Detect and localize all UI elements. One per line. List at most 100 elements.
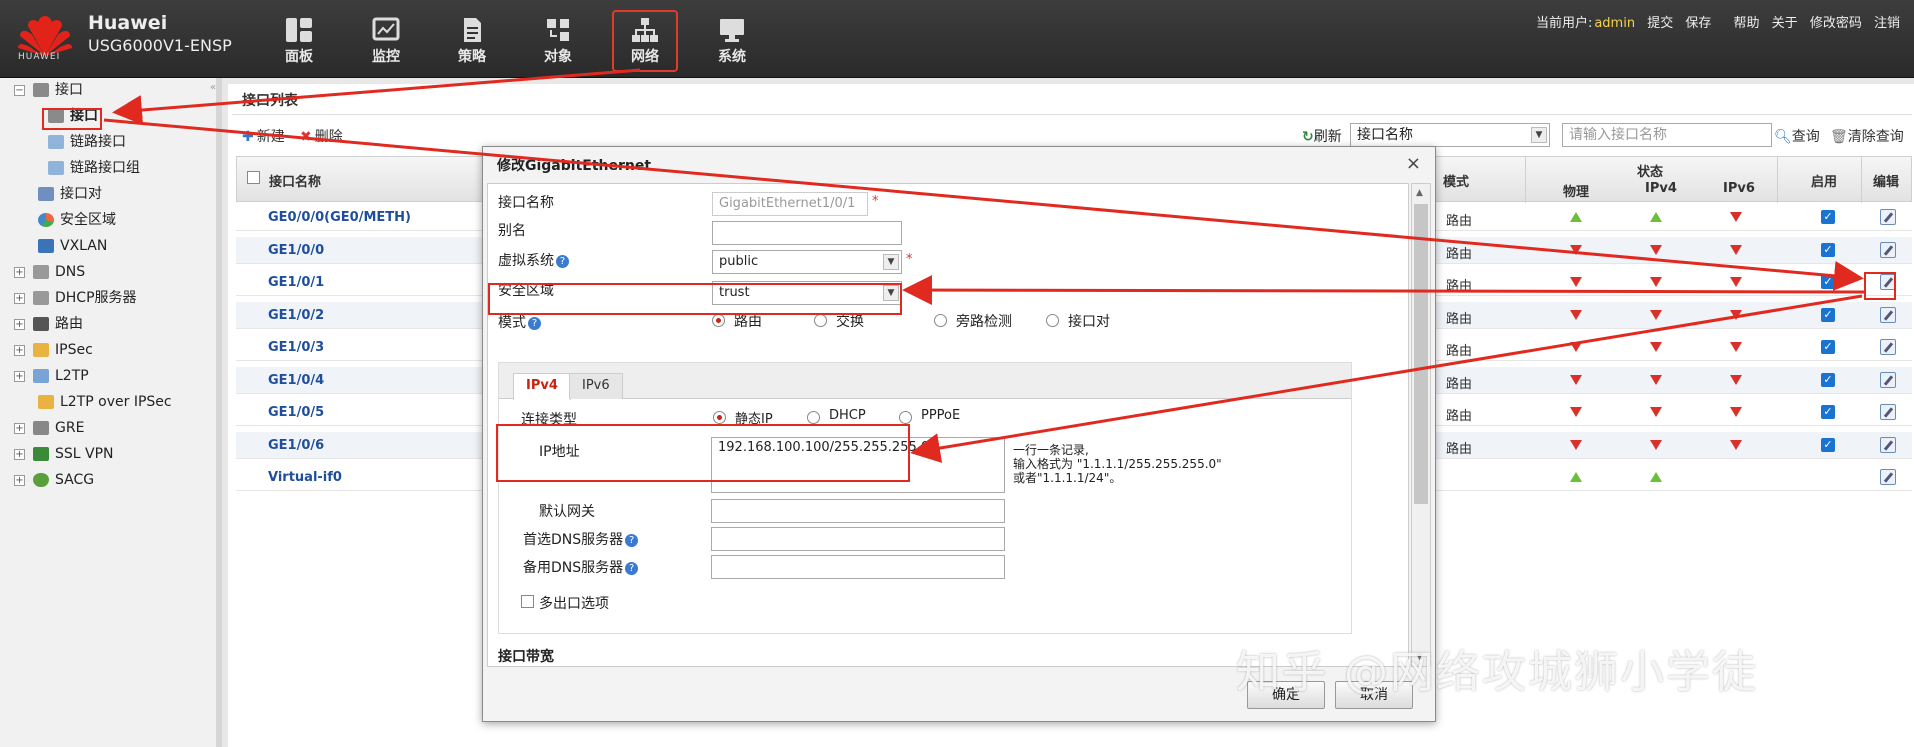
mode-bypass-radio[interactable] (934, 314, 947, 327)
gateway-field[interactable] (711, 499, 1005, 523)
sidebar-item-link-interface[interactable]: 链路接口 (48, 132, 126, 152)
mode-routing-radio[interactable] (712, 314, 725, 327)
edit-icon[interactable] (1880, 469, 1896, 485)
alias-field[interactable] (712, 221, 902, 245)
expand-icon[interactable]: + (14, 318, 25, 330)
nav-system[interactable]: 系统 (701, 12, 763, 70)
chevron-down-icon[interactable]: ▼ (1531, 127, 1547, 143)
select-all-checkbox[interactable] (247, 171, 260, 184)
expand-icon[interactable]: + (14, 474, 25, 486)
interface-name-link[interactable]: GE1/0/6 (268, 438, 324, 453)
dialog-scrollbar[interactable]: ▲ ▼ (1411, 183, 1431, 667)
interface-name-link[interactable]: GE1/0/2 (268, 308, 324, 323)
sidebar-item-interface-group[interactable]: − 接口 (14, 80, 83, 100)
new-button[interactable]: ✚ 新建 (242, 126, 285, 146)
help-icon[interactable]: ? (625, 533, 639, 547)
dns1-field[interactable] (711, 527, 1005, 551)
edit-icon[interactable] (1880, 306, 1896, 323)
mode-pair-radio[interactable] (1046, 314, 1059, 327)
sidebar-item-dhcp-server[interactable]: + DHCP服务器 (14, 288, 137, 308)
expand-icon[interactable]: + (14, 422, 25, 434)
nav-dashboard[interactable]: 面板 (268, 12, 330, 70)
enable-checkbox[interactable]: ✓ (1821, 242, 1835, 257)
interface-name-link[interactable]: GE1/0/1 (268, 275, 324, 290)
sidebar-item-route[interactable]: + 路由 (14, 314, 83, 334)
vsys-select[interactable]: public ▼ (712, 250, 902, 274)
expand-icon[interactable]: + (14, 344, 25, 356)
interface-name-link[interactable]: GE1/0/4 (268, 373, 324, 388)
enable-checkbox[interactable]: ✓ (1821, 405, 1835, 419)
refresh-button[interactable]: ↻刷新 (1302, 126, 1342, 146)
scroll-up-icon[interactable]: ▲ (1416, 188, 1423, 198)
nav-monitor[interactable]: 监控 (355, 12, 417, 70)
enable-checkbox[interactable]: ✓ (1821, 437, 1835, 452)
dns-icon (33, 265, 49, 279)
change-password-link[interactable]: 修改密码 (1810, 16, 1862, 31)
edit-icon[interactable] (1880, 209, 1896, 225)
nav-object[interactable]: 对象 (527, 12, 589, 70)
sidebar-item-ssl-vpn[interactable]: + SSL VPN (14, 444, 114, 464)
interface-name-link[interactable]: GE0/0/0(GE0/METH) (268, 210, 411, 225)
new-label: 新建 (256, 129, 285, 145)
interface-name-label: 接口名称 (498, 195, 554, 211)
enable-checkbox[interactable]: ✓ (1821, 372, 1835, 387)
collapse-icon[interactable]: − (14, 84, 25, 96)
nav-policy[interactable]: 策略 (441, 12, 503, 70)
interface-name-link[interactable]: Virtual-if0 (268, 470, 342, 485)
sidebar-item-link-interface-group[interactable]: 链路接口组 (48, 158, 140, 178)
conn-dhcp-radio[interactable] (807, 411, 820, 424)
clear-query-button[interactable]: 🗑︎清除查询 (1830, 126, 1904, 146)
conn-static-radio[interactable] (713, 411, 726, 424)
interface-name-link[interactable]: GE1/0/0 (268, 243, 324, 258)
chevron-down-icon[interactable]: ▼ (883, 254, 899, 270)
help-icon[interactable]: ? (625, 561, 639, 575)
delete-button[interactable]: ✖ 删除 (300, 126, 343, 146)
help-icon[interactable]: ? (556, 254, 569, 268)
tab-ipv4[interactable]: IPv4 (513, 373, 571, 400)
save-link[interactable]: 保存 (1685, 16, 1711, 31)
status-up-icon (1650, 212, 1662, 222)
collapse-sidebar-icon[interactable]: « (210, 82, 216, 93)
edit-icon[interactable] (1880, 371, 1896, 388)
edit-icon[interactable] (1880, 339, 1896, 355)
sidebar-item-gre[interactable]: + GRE (14, 418, 84, 438)
logout-link[interactable]: 注销 (1874, 16, 1900, 31)
tab-ipv6[interactable]: IPv6 (569, 373, 623, 399)
help-icon[interactable]: ? (528, 316, 541, 330)
sidebar-item-security-zone[interactable]: 安全区域 (38, 210, 116, 230)
edit-icon[interactable] (1880, 436, 1896, 453)
enable-checkbox[interactable]: ✓ (1821, 210, 1835, 224)
sidebar-item-dns[interactable]: + DNS (14, 262, 85, 282)
search-input[interactable]: 请输入接口名称 (1562, 123, 1772, 147)
mode-switch-radio[interactable] (814, 314, 827, 327)
submit-link[interactable]: 提交 (1647, 16, 1673, 31)
scroll-thumb[interactable] (1414, 204, 1428, 504)
sidebar-item-label: DHCP服务器 (55, 290, 137, 306)
sidebar-item-ipsec[interactable]: + IPSec (14, 340, 93, 360)
expand-icon[interactable]: + (14, 292, 25, 304)
query-button[interactable]: 🔍︎查询 (1774, 126, 1820, 146)
sidebar-item-l2tp-over-ipsec[interactable]: L2TP over IPSec (38, 392, 172, 412)
enable-checkbox[interactable]: ✓ (1821, 340, 1835, 354)
enable-checkbox[interactable]: ✓ (1821, 275, 1835, 289)
edit-icon[interactable] (1880, 241, 1896, 258)
sidebar-item-l2tp[interactable]: + L2TP (14, 366, 89, 386)
conn-pppoe-radio[interactable] (899, 411, 912, 424)
sidebar-item-sacg[interactable]: + SACG (14, 470, 94, 490)
filter-field-select[interactable]: 接口名称 ▼ (1350, 123, 1550, 147)
interface-name-link[interactable]: GE1/0/3 (268, 340, 324, 355)
help-link[interactable]: 帮助 (1734, 16, 1760, 31)
about-link[interactable]: 关于 (1772, 16, 1798, 31)
interface-name-link[interactable]: GE1/0/5 (268, 405, 324, 420)
dns2-field[interactable] (711, 555, 1005, 579)
close-icon[interactable]: × (1406, 153, 1421, 174)
expand-icon[interactable]: + (14, 370, 25, 382)
expand-icon[interactable]: + (14, 448, 25, 460)
expand-icon[interactable]: + (14, 266, 25, 278)
nav-network[interactable]: 网络 (612, 10, 678, 72)
sidebar-item-interface-pair[interactable]: 接口对 (38, 184, 102, 204)
edit-icon[interactable] (1880, 404, 1896, 420)
sidebar-item-vxlan[interactable]: VXLAN (38, 236, 107, 256)
multi-exit-checkbox[interactable] (521, 595, 534, 608)
enable-checkbox[interactable]: ✓ (1821, 307, 1835, 322)
